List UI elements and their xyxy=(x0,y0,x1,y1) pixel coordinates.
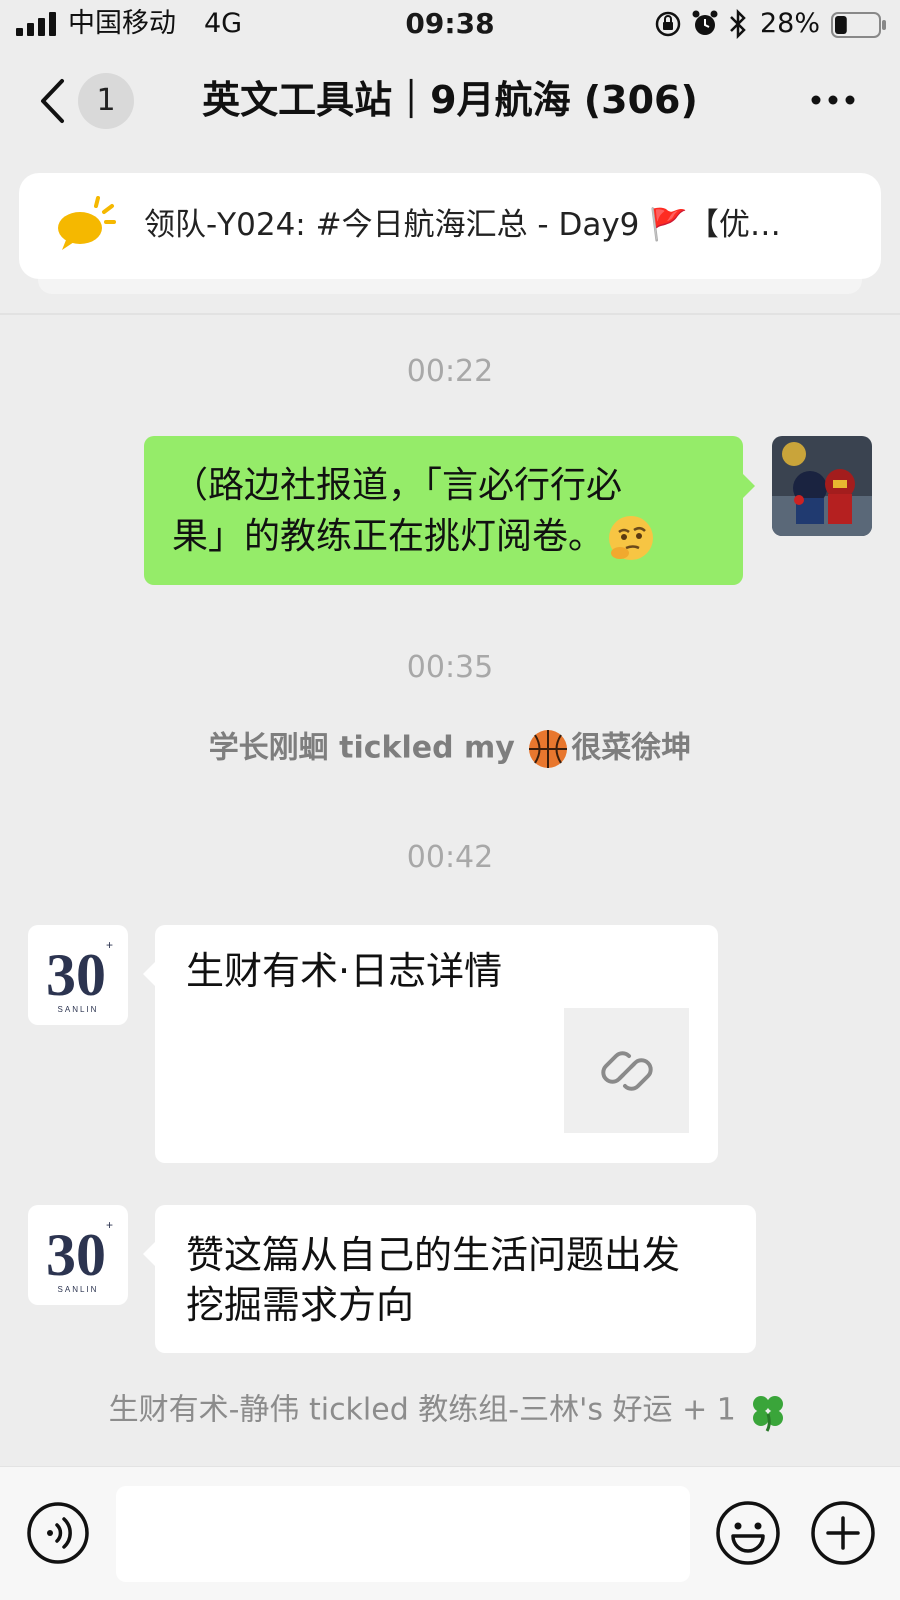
voice-icon[interactable] xyxy=(26,1501,90,1565)
alarm-icon xyxy=(692,10,718,35)
incoming-line-1: 赞这篇从自己的生活问题出发 xyxy=(186,1233,681,1277)
link-card-title: 生财有术·日志详情 xyxy=(186,949,503,993)
sanlin-logo-subtext: SANLIN xyxy=(58,1285,99,1294)
sanlin-logo-text: 30 xyxy=(46,1222,106,1288)
sun-icon xyxy=(58,196,116,250)
sanlin-logo-text: 30 xyxy=(46,942,106,1008)
battery-icon xyxy=(831,12,886,38)
tickle-notice: 生财有术-静伟 tickled 教练组-三林's 好运 + 1 xyxy=(0,1390,900,1432)
avatar-sanlin[interactable]: 30 + SANLIN xyxy=(28,925,128,1025)
lock-icon xyxy=(655,11,681,37)
message-input[interactable] xyxy=(116,1486,690,1582)
unread-count-badge[interactable]: 1 xyxy=(78,73,134,129)
incoming-line-2: 挖掘需求方向 xyxy=(186,1283,415,1327)
svg-text:+: + xyxy=(106,1218,113,1232)
timestamp: 00:22 xyxy=(406,354,494,389)
clover-icon xyxy=(753,1396,784,1432)
avatar-self[interactable] xyxy=(772,436,872,536)
timestamp: 00:42 xyxy=(406,840,494,875)
back-icon[interactable] xyxy=(38,78,66,124)
battery-percent: 28% xyxy=(760,8,821,39)
thinking-emoji-icon xyxy=(609,516,654,560)
avatar-sanlin[interactable]: 30 + SANLIN xyxy=(28,1205,128,1305)
pinned-text: 领队-Y024: #今日航海汇总 - Day9 🚩【优… xyxy=(144,207,781,243)
status-bar: 中国移动 4G 09:38 28% xyxy=(0,0,900,50)
bubble-tail xyxy=(143,1242,155,1266)
chat-title: 英文工具站｜9月航海 (306) xyxy=(202,78,698,122)
outgoing-line-2: 果」的教练正在挑灯阅卷。 xyxy=(172,516,605,557)
emoji-icon[interactable] xyxy=(715,1500,781,1566)
plus-icon[interactable] xyxy=(810,1500,876,1566)
more-icon[interactable] xyxy=(808,90,858,110)
divider xyxy=(0,313,900,315)
outgoing-line-1: （路边社报道，「言必行行必 xyxy=(172,465,623,506)
incoming-message-text: 赞这篇从自己的生活问题出发 挖掘需求方向 xyxy=(186,1230,746,1330)
tickle-text-b: 很菜徐坤 xyxy=(571,730,692,766)
basketball-icon xyxy=(529,730,568,768)
tickle-notice: 学长刚蛔 tickled my 很菜徐坤 xyxy=(0,728,900,770)
sanlin-logo-subtext: SANLIN xyxy=(58,1005,99,1014)
sanlin-logo: 30 + SANLIN xyxy=(46,938,113,1014)
tickle-text: 生财有术-静伟 tickled 教练组-三林's 好运 + 1 xyxy=(108,1392,736,1428)
bluetooth-icon xyxy=(730,9,746,39)
bubble-tail xyxy=(143,962,155,986)
sanlin-logo: 30 + SANLIN xyxy=(46,1218,113,1294)
timestamp: 00:35 xyxy=(406,650,494,685)
svg-text:+: + xyxy=(106,938,113,952)
tickle-text-a: 学长刚蛔 tickled my xyxy=(208,730,526,766)
avatar-image xyxy=(772,436,872,536)
bubble-tail xyxy=(743,474,755,498)
outgoing-message-text: （路边社报道，「言必行行必 果」的教练正在挑灯阅卷。 xyxy=(172,460,727,563)
link-icon xyxy=(601,1051,653,1091)
